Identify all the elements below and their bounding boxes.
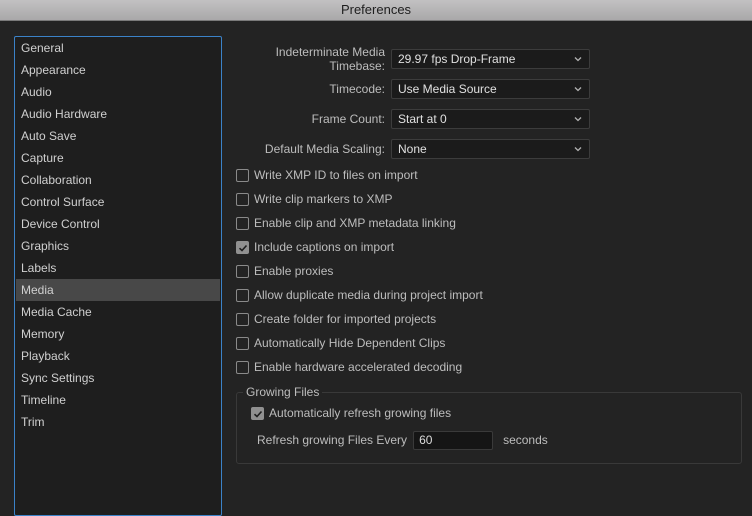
checkbox-enable-hardware-accelerated-decoding[interactable]: Enable hardware accelerated decoding bbox=[236, 359, 462, 375]
sidebar-item-control-surface[interactable]: Control Surface bbox=[16, 191, 220, 213]
sidebar-item-collaboration[interactable]: Collaboration bbox=[16, 169, 220, 191]
dropdown-value: Start at 0 bbox=[398, 112, 447, 126]
setting-label: Default Media Scaling: bbox=[264, 142, 385, 156]
sidebar-item-audio-hardware[interactable]: Audio Hardware bbox=[16, 103, 220, 125]
growing-files-title: Growing Files bbox=[243, 385, 323, 399]
checkbox-label: Automatically refresh growing files bbox=[269, 406, 452, 420]
sidebar-item-appearance[interactable]: Appearance bbox=[16, 59, 220, 81]
sidebar-item-memory[interactable]: Memory bbox=[16, 323, 220, 345]
checkbox-box[interactable] bbox=[236, 288, 249, 302]
sidebar-item-capture[interactable]: Capture bbox=[16, 147, 220, 169]
setting-row: Indeterminate Media Timebase: 29.97 fps D… bbox=[230, 45, 596, 73]
dropdown-value: Use Media Source bbox=[398, 82, 497, 96]
checkbox-box[interactable] bbox=[236, 336, 249, 350]
checkbox-box[interactable] bbox=[236, 360, 249, 374]
chevron-down-icon bbox=[574, 117, 582, 122]
checkbox-box[interactable] bbox=[236, 192, 249, 206]
checkbox-box[interactable] bbox=[236, 312, 249, 326]
checkbox-automatically-hide-dependent-clips[interactable]: Automatically Hide Dependent Clips bbox=[236, 335, 445, 351]
sidebar-item-media-cache[interactable]: Media Cache bbox=[16, 301, 220, 323]
sidebar-item-auto-save[interactable]: Auto Save bbox=[16, 125, 220, 147]
checkmark-icon bbox=[238, 244, 248, 252]
sidebar-item-sync-settings[interactable]: Sync Settings bbox=[16, 367, 220, 389]
checkbox-label: Enable proxies bbox=[254, 264, 334, 278]
chevron-down-icon bbox=[574, 147, 582, 152]
window-titlebar: Preferences bbox=[0, 0, 752, 21]
setting-label: Timecode: bbox=[329, 82, 385, 96]
sidebar-item-timeline[interactable]: Timeline bbox=[16, 389, 220, 411]
checkbox-label: Automatically Hide Dependent Clips bbox=[254, 336, 446, 350]
checkbox-label: Create folder for imported projects bbox=[254, 312, 437, 326]
setting-dropdown[interactable]: Start at 0 bbox=[391, 109, 590, 129]
checkbox-box[interactable] bbox=[251, 406, 264, 420]
setting-dropdown[interactable]: None bbox=[391, 139, 590, 159]
preferences-category-list[interactable]: General Appearance Audio Audio Hardware Auto… bbox=[14, 36, 222, 516]
sidebar-item-graphics[interactable]: Graphics bbox=[16, 235, 220, 257]
setting-row: Frame Count: Start at 0 bbox=[230, 108, 596, 130]
setting-row: Timecode: Use Media Source bbox=[230, 78, 596, 100]
refresh-interval-unit: seconds bbox=[503, 433, 548, 447]
chevron-down-icon bbox=[574, 87, 582, 92]
checkbox-label: Allow duplicate media during project imp… bbox=[254, 288, 483, 302]
setting-label: Indeterminate Media Timebase: bbox=[275, 45, 385, 73]
refresh-interval-label: Refresh growing Files Every bbox=[257, 433, 408, 447]
chevron-down-icon bbox=[574, 57, 582, 62]
checkbox-label: Enable hardware accelerated decoding bbox=[254, 360, 463, 374]
refresh-interval-row: Refresh growing Files Every seconds bbox=[257, 429, 548, 451]
checkbox-allow-duplicate-media-during-project-import[interactable]: Allow duplicate media during project imp… bbox=[236, 287, 483, 303]
checkbox-box[interactable] bbox=[236, 240, 249, 254]
checkbox-enable-clip-and-xmp-metadata-linking[interactable]: Enable clip and XMP metadata linking bbox=[236, 215, 456, 231]
sidebar-item-trim[interactable]: Trim bbox=[16, 411, 220, 433]
checkbox-label: Enable clip and XMP metadata linking bbox=[254, 216, 456, 230]
checkbox-box[interactable] bbox=[236, 216, 249, 230]
dropdown-value: None bbox=[398, 142, 427, 156]
sidebar-item-labels[interactable]: Labels bbox=[16, 257, 220, 279]
checkbox-box[interactable] bbox=[236, 168, 249, 182]
window-title: Preferences bbox=[340, 2, 412, 17]
setting-dropdown[interactable]: Use Media Source bbox=[391, 79, 590, 99]
growing-files-group bbox=[236, 392, 742, 464]
sidebar-item-general[interactable]: General bbox=[16, 37, 220, 59]
checkbox-box[interactable] bbox=[236, 264, 249, 278]
sidebar-item-audio[interactable]: Audio bbox=[16, 81, 220, 103]
checkbox-enable-proxies[interactable]: Enable proxies bbox=[236, 263, 333, 279]
setting-dropdown[interactable]: 29.97 fps Drop-Frame bbox=[391, 49, 590, 69]
setting-label: Frame Count: bbox=[311, 112, 385, 126]
sidebar-item-playback[interactable]: Playback bbox=[16, 345, 220, 367]
checkbox-include-captions-on-import[interactable]: Include captions on import bbox=[236, 239, 394, 255]
checkbox-label: Include captions on import bbox=[254, 240, 395, 254]
auto-refresh-growing-files-checkbox[interactable]: Automatically refresh growing files bbox=[251, 405, 451, 421]
setting-row: Default Media Scaling: None bbox=[230, 138, 596, 160]
checkbox-write-clip-markers-to-xmp[interactable]: Write clip markers to XMP bbox=[236, 191, 392, 207]
refresh-interval-input[interactable] bbox=[413, 430, 494, 450]
checkbox-create-folder-for-imported-projects[interactable]: Create folder for imported projects bbox=[236, 311, 436, 327]
sidebar-item-device-control[interactable]: Device Control bbox=[16, 213, 220, 235]
checkmark-icon bbox=[253, 410, 263, 418]
checkbox-label: Write XMP ID to files on import bbox=[254, 168, 418, 182]
dropdown-value: 29.97 fps Drop-Frame bbox=[398, 52, 516, 66]
sidebar-item-media[interactable]: Media bbox=[16, 279, 220, 301]
checkbox-write-xmp-id-to-files-on-import[interactable]: Write XMP ID to files on import bbox=[236, 167, 418, 183]
checkbox-label: Write clip markers to XMP bbox=[254, 192, 393, 206]
